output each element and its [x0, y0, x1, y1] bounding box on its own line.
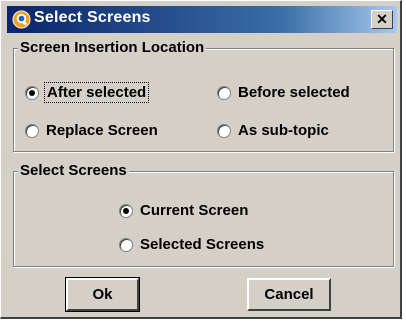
cancel-button-label: Cancel — [264, 286, 314, 303]
select-screens-legend: Select Screens — [18, 162, 129, 180]
title-bar[interactable]: Select Screens ✕ — [7, 6, 397, 33]
radio-current-screen[interactable]: Current Screen — [119, 202, 248, 219]
radio-label: After selected — [43, 82, 150, 103]
window-title: Select Screens — [34, 9, 151, 26]
app-logo-icon — [12, 10, 31, 29]
radio-label: Current Screen — [140, 202, 249, 219]
radio-label: As sub-topic — [238, 122, 329, 139]
radio-as-sub-topic[interactable]: As sub-topic — [217, 122, 329, 139]
insertion-location-legend: Screen Insertion Location — [18, 39, 207, 57]
radio-replace-screen[interactable]: Replace Screen — [25, 122, 158, 139]
radio-label: Selected Screens — [140, 236, 265, 253]
close-button[interactable]: ✕ — [371, 10, 393, 29]
radio-button-checked[interactable] — [119, 203, 133, 218]
ok-button[interactable]: Ok — [65, 277, 140, 312]
radio-label: Replace Screen — [46, 122, 158, 139]
radio-before-selected[interactable]: Before selected — [217, 84, 350, 101]
radio-label: Before selected — [238, 84, 350, 101]
select-screens-dialog: Select Screens ✕ Screen Insertion Locati… — [0, 0, 402, 319]
cancel-button[interactable]: Cancel — [247, 278, 331, 311]
radio-after-selected[interactable]: After selected — [25, 82, 150, 103]
radio-selected-screens[interactable]: Selected Screens — [119, 236, 264, 253]
radio-button[interactable] — [119, 237, 133, 252]
radio-button[interactable] — [25, 123, 39, 138]
close-icon: ✕ — [376, 11, 388, 27]
radio-button[interactable] — [217, 123, 231, 138]
radio-button[interactable] — [217, 85, 231, 100]
radio-button-checked[interactable] — [25, 85, 39, 100]
ok-button-label: Ok — [92, 286, 113, 303]
